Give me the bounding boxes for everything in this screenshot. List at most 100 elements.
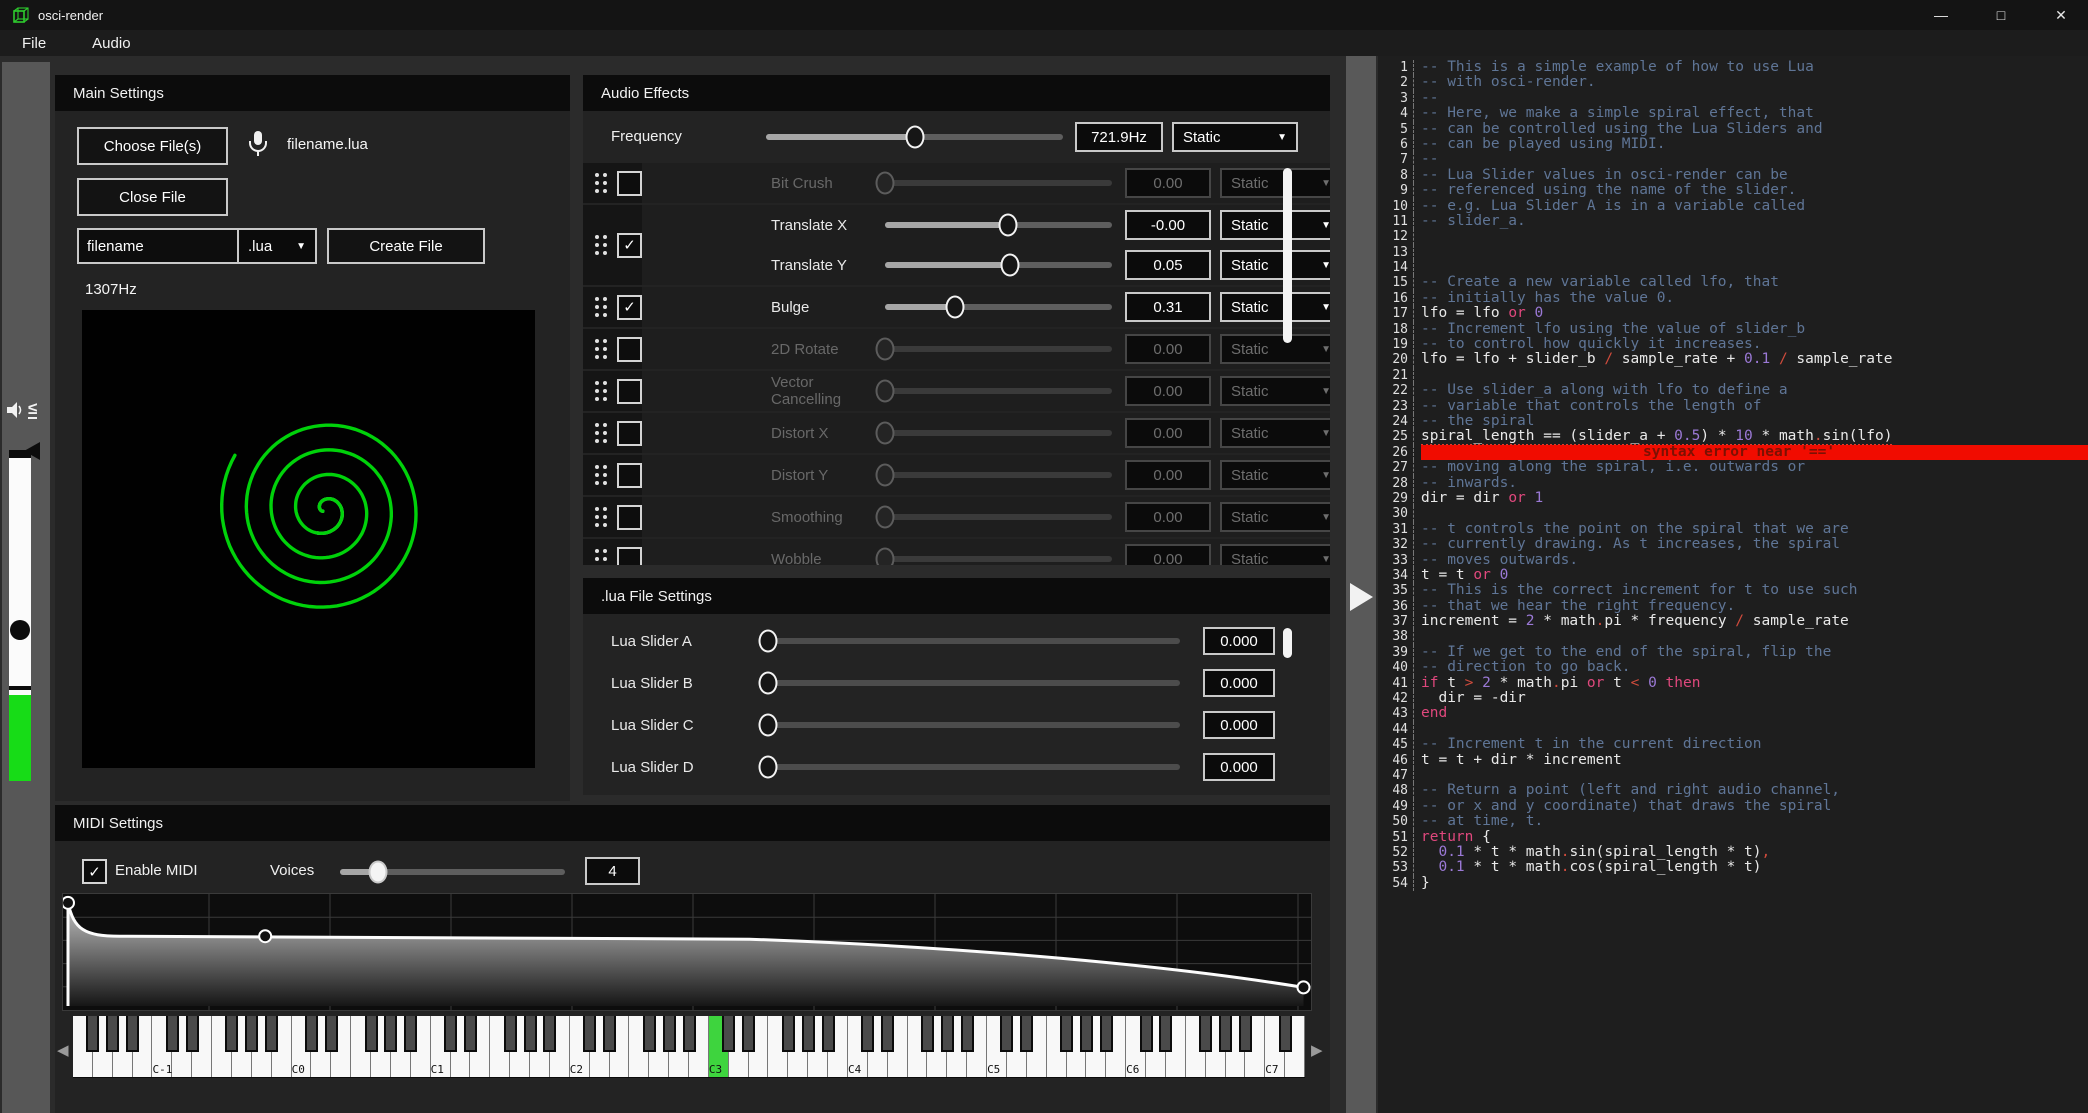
effect-mode-dropdown[interactable]: Static▼ (1220, 460, 1330, 490)
black-key[interactable] (1100, 1016, 1113, 1052)
black-key[interactable] (524, 1016, 537, 1052)
effect-checkbox[interactable]: ✓ (617, 295, 642, 320)
effect-mode-dropdown[interactable]: Static▼ (1220, 250, 1330, 280)
effect-value[interactable]: 0.00 (1125, 376, 1211, 406)
black-key[interactable] (245, 1016, 258, 1052)
slider-thumb[interactable] (759, 756, 778, 779)
slider-thumb[interactable] (905, 126, 924, 149)
black-key[interactable] (822, 1016, 835, 1052)
lua-slider-value[interactable]: 0.000 (1203, 669, 1275, 697)
maximize-button[interactable]: □ (1984, 2, 2018, 28)
keyboard-scroll-right-icon[interactable]: ▶ (1311, 1041, 1323, 1059)
frequency-mode-dropdown[interactable]: Static ▼ (1172, 122, 1298, 152)
effect-value[interactable]: 0.31 (1125, 292, 1211, 322)
lua-scrollbar[interactable] (1283, 628, 1292, 658)
effect-slider[interactable] (885, 262, 1112, 268)
lua-slider-value[interactable]: 0.000 (1203, 711, 1275, 739)
drag-handle-icon[interactable] (595, 549, 607, 565)
effect-value[interactable]: -0.00 (1125, 210, 1211, 240)
microphone-icon[interactable] (247, 129, 269, 159)
effect-mode-dropdown[interactable]: Static▼ (1220, 168, 1330, 198)
slider-thumb[interactable] (1000, 254, 1019, 277)
black-key[interactable] (166, 1016, 179, 1052)
create-file-button[interactable]: Create File (327, 228, 485, 264)
black-key[interactable] (802, 1016, 815, 1052)
effect-slider[interactable] (885, 304, 1112, 310)
black-key[interactable] (1140, 1016, 1153, 1052)
black-key[interactable] (1060, 1016, 1073, 1052)
black-key[interactable] (126, 1016, 139, 1052)
drag-handle-icon[interactable] (595, 173, 607, 193)
effect-mode-dropdown[interactable]: Static▼ (1220, 502, 1330, 532)
effect-slider[interactable] (885, 388, 1112, 394)
black-key[interactable] (365, 1016, 378, 1052)
effect-slider[interactable] (885, 472, 1112, 478)
effect-mode-dropdown[interactable]: Static▼ (1220, 418, 1330, 448)
black-key[interactable] (106, 1016, 119, 1052)
effect-mode-dropdown[interactable]: Static▼ (1220, 544, 1330, 565)
black-key[interactable] (782, 1016, 795, 1052)
effect-value[interactable]: 0.00 (1125, 334, 1211, 364)
black-key[interactable] (404, 1016, 417, 1052)
black-key[interactable] (543, 1016, 556, 1052)
slider-thumb[interactable] (876, 548, 895, 566)
close-button[interactable]: ✕ (2044, 2, 2078, 28)
black-key[interactable] (861, 1016, 874, 1052)
effect-value[interactable]: 0.00 (1125, 168, 1211, 198)
effect-slider[interactable] (885, 346, 1112, 352)
effect-value[interactable]: 0.00 (1125, 544, 1211, 565)
volume-slider-thumb[interactable] (10, 620, 30, 640)
slider-thumb[interactable] (876, 422, 895, 445)
lua-slider[interactable] (768, 722, 1180, 728)
slider-thumb[interactable] (876, 172, 895, 195)
black-key[interactable] (941, 1016, 954, 1052)
effect-value[interactable]: 0.00 (1125, 502, 1211, 532)
black-key[interactable] (643, 1016, 656, 1052)
choose-files-button[interactable]: Choose File(s) (77, 127, 228, 165)
minimize-button[interactable]: — (1924, 2, 1958, 28)
drag-handle-icon[interactable] (595, 235, 607, 255)
drag-handle-icon[interactable] (595, 339, 607, 359)
effect-checkbox[interactable] (617, 463, 642, 488)
voices-slider[interactable] (340, 869, 565, 875)
code-editor[interactable]: 1-- This is a simple example of how to u… (1378, 56, 2088, 1113)
black-key[interactable] (742, 1016, 755, 1052)
black-key[interactable] (1239, 1016, 1252, 1052)
effect-slider[interactable] (885, 222, 1112, 228)
close-file-button[interactable]: Close File (77, 178, 228, 216)
menu-file[interactable]: File (16, 33, 52, 54)
black-key[interactable] (305, 1016, 318, 1052)
slider-thumb[interactable] (759, 630, 778, 653)
volume-slider[interactable] (9, 450, 31, 781)
voices-value[interactable]: 4 (585, 857, 640, 885)
black-key[interactable] (1159, 1016, 1172, 1052)
menu-audio[interactable]: Audio (86, 33, 136, 54)
effect-slider[interactable] (885, 430, 1112, 436)
drag-handle-icon[interactable] (595, 423, 607, 443)
black-key[interactable] (384, 1016, 397, 1052)
effect-checkbox[interactable] (617, 337, 642, 362)
effect-value[interactable]: 0.05 (1125, 250, 1211, 280)
effect-checkbox[interactable] (617, 379, 642, 404)
black-key[interactable] (881, 1016, 894, 1052)
black-key[interactable] (1080, 1016, 1093, 1052)
slider-thumb[interactable] (876, 464, 895, 487)
effect-slider[interactable] (885, 556, 1112, 562)
effect-mode-dropdown[interactable]: Static▼ (1220, 334, 1330, 364)
black-key[interactable] (1020, 1016, 1033, 1052)
black-key[interactable] (961, 1016, 974, 1052)
black-key[interactable] (1199, 1016, 1212, 1052)
slider-thumb[interactable] (998, 214, 1017, 237)
keyboard-scroll-left-icon[interactable]: ◀ (57, 1041, 69, 1059)
adsr-envelope[interactable] (62, 893, 1312, 1011)
black-key[interactable] (265, 1016, 278, 1052)
effect-slider[interactable] (885, 514, 1112, 520)
lua-slider[interactable] (768, 680, 1180, 686)
lua-slider-value[interactable]: 0.000 (1203, 627, 1275, 655)
effect-checkbox[interactable] (617, 421, 642, 446)
slider-thumb[interactable] (946, 296, 965, 319)
slider-thumb[interactable] (876, 380, 895, 403)
play-button[interactable] (1350, 583, 1373, 611)
slider-thumb[interactable] (876, 506, 895, 529)
black-key[interactable] (225, 1016, 238, 1052)
